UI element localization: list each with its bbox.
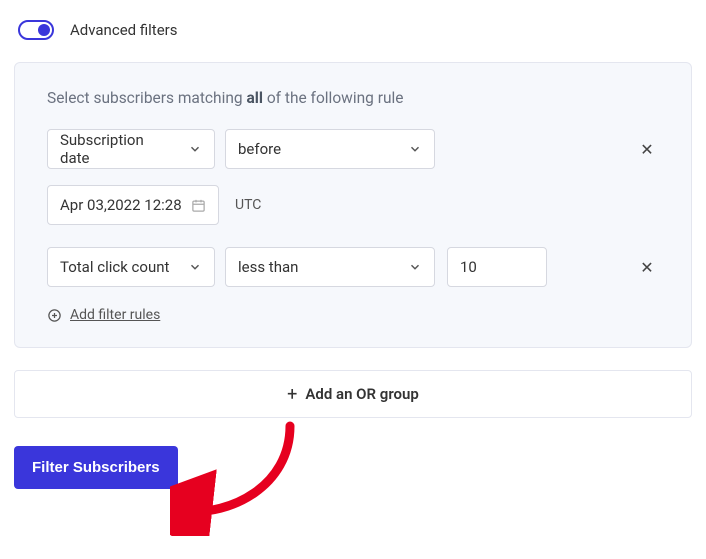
rule-field-select[interactable]: Total click count — [47, 247, 215, 287]
rule-operator-select[interactable]: less than — [225, 247, 435, 287]
add-filter-rule-label: Add filter rules — [70, 307, 160, 323]
remove-rule-button[interactable]: ✕ — [635, 255, 659, 279]
chevron-down-icon — [396, 260, 422, 274]
add-or-group-button[interactable]: + Add an OR group — [14, 370, 692, 418]
chevron-down-icon — [176, 142, 202, 156]
panel-title-pre: Select subscribers matching — [47, 89, 246, 107]
rule-date-value: Apr 03,2022 12:28 — [60, 196, 182, 214]
rule-value-input[interactable]: 10 — [447, 247, 547, 287]
toggle-knob — [38, 24, 50, 36]
close-icon: ✕ — [640, 140, 653, 159]
advanced-filters-label: Advanced filters — [70, 21, 177, 39]
rule-field-value: Total click count — [60, 258, 169, 276]
annotation-arrow-icon — [170, 416, 310, 536]
timezone-label: UTC — [235, 197, 261, 213]
rule-value-text: 10 — [460, 258, 477, 276]
close-icon: ✕ — [640, 258, 653, 277]
chevron-down-icon — [396, 142, 422, 156]
panel-title-bold: all — [246, 89, 263, 107]
panel-title: Select subscribers matching all of the f… — [47, 89, 659, 107]
rule-date-input[interactable]: Apr 03,2022 12:28 — [47, 185, 219, 225]
panel-title-post: of the following rule — [263, 89, 404, 107]
plus-icon: + — [287, 384, 297, 405]
rule-operator-select[interactable]: before — [225, 129, 435, 169]
remove-rule-button[interactable]: ✕ — [635, 137, 659, 161]
filter-subscribers-button[interactable]: Filter Subscribers — [14, 446, 178, 489]
advanced-filters-toggle[interactable] — [18, 20, 54, 40]
add-filter-rule-button[interactable]: Add filter rules — [47, 307, 659, 323]
rule-operator-value: less than — [238, 258, 298, 276]
filter-subscribers-label: Filter Subscribers — [32, 459, 160, 476]
add-or-group-label: Add an OR group — [305, 385, 418, 403]
plus-circle-icon — [47, 308, 62, 323]
chevron-down-icon — [176, 260, 202, 274]
filter-panel: Select subscribers matching all of the f… — [14, 62, 692, 348]
rule-operator-value: before — [238, 140, 281, 158]
rule-field-value: Subscription date — [60, 131, 176, 167]
rule-field-select[interactable]: Subscription date — [47, 129, 215, 169]
calendar-icon — [191, 198, 206, 213]
